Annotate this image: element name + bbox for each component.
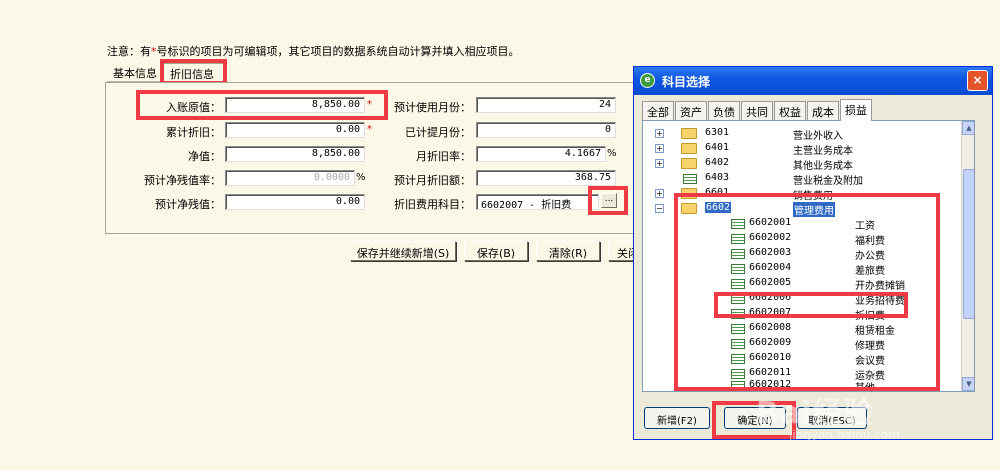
clear-button[interactable]: 清除(R) — [536, 241, 600, 261]
monthly-rate-label: 月折旧率： — [416, 150, 471, 163]
scroll-thumb[interactable] — [963, 169, 974, 319]
residual-rate-label: 预计净残值率： — [144, 174, 221, 187]
account-name: 其他业务成本 — [793, 161, 853, 172]
collapse-icon[interactable]: − — [655, 204, 664, 213]
dialog-title: 科目选择 — [662, 75, 711, 89]
expand-icon[interactable]: + — [655, 189, 664, 198]
notice-text: 注意：有*号标识的项目为可编辑项，其它项目的数据系统自动计算并填入相应项目。 — [107, 43, 520, 59]
scroll-up-icon[interactable]: ▲ — [962, 121, 974, 135]
residual-rate-input: 0.0000 — [225, 170, 355, 186]
dialog-tab-cost[interactable]: 成本 — [807, 101, 839, 120]
accumulated-dep-label: 累计折旧： — [166, 126, 221, 139]
watermark-url: jingyan.baidu.com — [789, 428, 900, 442]
dialog-tab-liabilities[interactable]: 负债 — [708, 101, 740, 120]
net-value-input: 8,850.00 — [225, 146, 365, 162]
expense-account-label: 折旧费用科目： — [394, 198, 471, 211]
highlight-box-dep-account — [714, 292, 908, 318]
account-name: 营业税金及附加 — [793, 176, 863, 187]
monthly-amount-label: 预计月折旧额： — [394, 174, 471, 187]
dialog-tab-equity[interactable]: 权益 — [774, 101, 806, 120]
highlight-box-original-value — [136, 90, 388, 120]
notice-prefix: 注意：有 — [107, 45, 151, 58]
tree-row[interactable]: + 6402 其他业务成本 — [643, 157, 961, 172]
watermark-logo: Bai经验 — [756, 396, 875, 431]
folder-icon — [681, 128, 697, 139]
net-value-label: 净值： — [188, 150, 221, 163]
account-name: 营业外收入 — [793, 131, 843, 142]
app-icon: e — [640, 73, 655, 88]
dialog-tab-common[interactable]: 共同 — [741, 101, 773, 120]
account-name: 主营业务成本 — [793, 146, 853, 157]
account-code: 6403 — [705, 172, 730, 183]
residual-value-label: 预计净残值： — [155, 198, 221, 211]
dialog-new-button[interactable]: 新增(F2) — [644, 407, 710, 429]
accrued-months-input: 0 — [476, 122, 616, 138]
expand-icon[interactable]: + — [655, 129, 664, 138]
ledger-icon — [683, 174, 697, 184]
dialog-tab-assets[interactable]: 资产 — [675, 101, 707, 120]
account-code: 6402 — [705, 157, 730, 168]
folder-icon — [681, 143, 697, 154]
tree-row[interactable]: 6403 营业税金及附加 — [643, 172, 961, 187]
accumulated-dep-input[interactable]: 0.00 — [225, 122, 365, 138]
account-code: 6401 — [705, 142, 730, 153]
monthly-amount-input: 368.75 — [476, 170, 616, 186]
account-code: 6301 — [705, 127, 730, 138]
dialog-close-button[interactable]: × — [967, 70, 988, 91]
expense-account-input[interactable]: 6602007 - 折旧费 — [476, 194, 599, 211]
scroll-down-icon[interactable]: ▼ — [962, 377, 974, 391]
dialog-tab-profit-loss[interactable]: 损益 — [840, 99, 872, 121]
save-button[interactable]: 保存(B) — [464, 241, 528, 261]
folder-icon — [681, 158, 697, 169]
use-months-input[interactable]: 24 — [476, 97, 616, 113]
monthly-rate-input: 4.1667 — [476, 146, 606, 162]
dialog-titlebar: e 科目选择 × — [634, 67, 992, 95]
save-and-new-button[interactable]: 保存并继续新增(S) — [350, 241, 456, 261]
tree-row[interactable]: + 6301 营业外收入 — [643, 127, 961, 142]
tab-basic-info[interactable]: 基本信息 — [107, 63, 161, 82]
highlight-box-browse — [588, 186, 628, 215]
dialog-tab-all[interactable]: 全部 — [642, 101, 674, 120]
notice-suffix: 号标识的项目为可编辑项，其它项目的数据系统自动计算并填入相应项目。 — [156, 45, 520, 58]
expand-icon[interactable]: + — [655, 159, 664, 168]
tree-scrollbar[interactable]: ▲ ▼ — [961, 121, 974, 391]
expand-icon[interactable]: + — [655, 144, 664, 153]
residual-value-input[interactable]: 0.00 — [225, 194, 365, 210]
tree-row[interactable]: + 6401 主营业务成本 — [643, 142, 961, 157]
monthly-rate-unit: % — [607, 148, 617, 159]
accrued-months-label: 已计提月份： — [405, 126, 471, 139]
